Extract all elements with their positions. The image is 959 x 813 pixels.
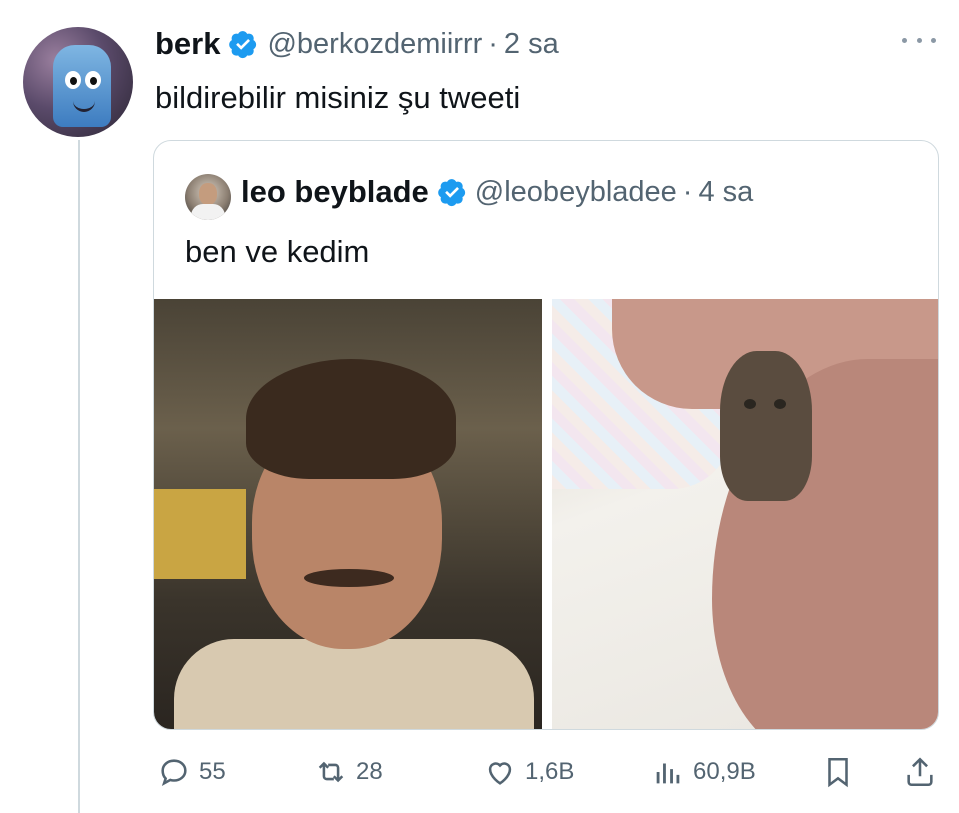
more-options-icon[interactable] [902,30,936,50]
quoted-tweet-text: ben ve kedim [185,234,370,269]
retweet-icon [318,761,344,783]
author-handle[interactable]: @berkozdemiirrr [267,28,482,61]
quoted-tweet-header: leo beyblade @leobeybladee · 4 sa [241,174,753,210]
quoted-tweet-card[interactable]: leo beyblade @leobeybladee · 4 sa ben ve… [153,140,939,730]
reply-button[interactable]: 55 [157,755,226,789]
reply-icon [161,759,187,786]
photo-kitten[interactable] [552,299,938,729]
retweet-button[interactable]: 28 [314,755,383,789]
quoted-author-name[interactable]: leo beyblade [241,174,429,210]
views-chart-icon [656,763,680,784]
like-button[interactable]: 1,6B [483,755,574,789]
separator-dot: · [488,27,498,60]
avatar-car [53,45,111,127]
bookmark-icon [828,757,848,788]
views-button[interactable]: 60,9B [651,755,756,789]
tweet-text: bildirebilir misiniz şu tweeti [155,80,521,115]
action-bar: 55 28 1,6B 60,9B [157,755,937,795]
share-button[interactable] [903,755,937,789]
tweet-header: berk @berkozdemiirrr · 2 sa [155,26,559,62]
tweet-timestamp[interactable]: 2 sa [504,28,559,61]
thread-line [78,140,80,813]
media-grid [154,299,938,729]
verified-badge-icon [229,31,257,59]
heart-icon [488,762,512,785]
like-count: 1,6B [525,758,575,785]
verified-badge-icon [437,179,465,207]
bookmark-button[interactable] [821,755,855,789]
author-name[interactable]: berk [155,26,220,62]
separator-dot: · [682,175,693,208]
share-icon [907,757,933,787]
quoted-author-avatar[interactable] [185,174,231,220]
views-count: 60,9B [693,758,756,785]
retweet-count: 28 [356,758,383,785]
photo-selfie[interactable] [154,299,542,729]
quoted-author-handle[interactable]: @leobeybladee [475,176,677,209]
quoted-tweet-timestamp[interactable]: 4 sa [698,176,753,209]
reply-count: 55 [199,758,226,785]
author-avatar[interactable] [23,27,133,137]
